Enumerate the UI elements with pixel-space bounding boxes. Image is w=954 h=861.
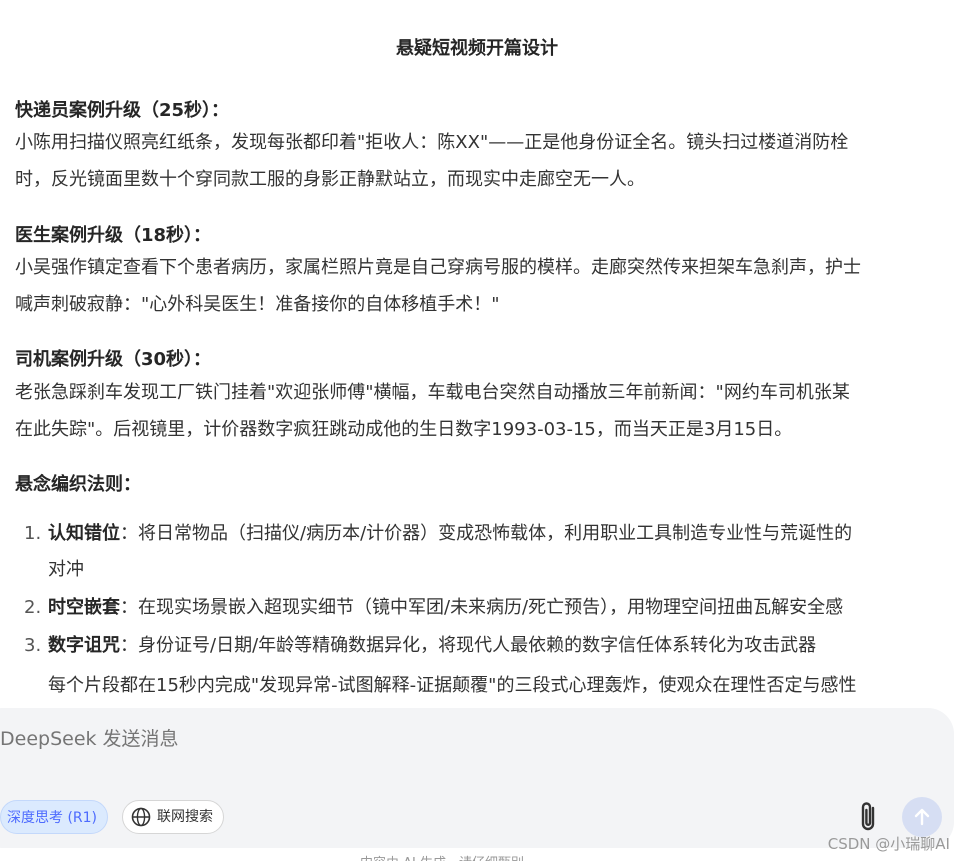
assistant-message: 悬疑短视频开篇设计 快递员案例升级（25秒）： 小陈用扫描仪照亮红纸条，发现每张… [0,0,954,720]
rules-list: 1. 认知错位：将日常物品（扫描仪/病历本/计价器）变成恐怖载体，利用职业工具制… [24,516,954,666]
web-search-label: 联网搜索 [157,809,213,825]
chat-page: 悬疑短视频开篇设计 快递员案例升级（25秒）： 小陈用扫描仪照亮红纸条，发现每张… [0,0,954,861]
watermark: CSDN @小瑞聊AI [827,835,950,853]
send-button[interactable] [902,797,942,837]
section-body-courier: 小陈用扫描仪照亮红纸条，发现每张都印着"拒收人：陈XX"——正是他身份证全名。镜… [15,124,953,198]
summary-text: 每个片段都在15秒内完成"发现异常-试图解释-证据颠覆"的三段式心理轰炸，使观众… [48,675,857,696]
section-line: 小陈用扫描仪照亮红纸条，发现每张都印着"拒收人：陈XX"——正是他身份证全名。镜… [15,132,849,153]
list-text: ：在现实场景嵌入超现实细节（镜中军团/未来病历/死亡预告），用物理空间扭曲瓦解安… [120,597,844,618]
list-text-continued: 对冲 [48,559,84,580]
message-title: 悬疑短视频开篇设计 [396,38,558,59]
section-heading-courier: 快递员案例升级（25秒）： [15,100,230,121]
web-search-toggle-button[interactable]: 联网搜索 [122,800,224,834]
arrow-up-icon [914,808,930,826]
list-number: 3. [24,635,42,656]
globe-icon [131,807,151,827]
list-item: 3. 数字诅咒：身份证号/日期/年龄等精确数据异化，将现代人最依赖的数字信任体系… [24,628,954,664]
section-heading-doctor: 医生案例升级（18秒）： [15,225,212,246]
list-number: 2. [24,597,42,618]
deepthink-toggle-button[interactable]: 深度思考 (R1) [0,800,109,834]
list-text: ：身份证号/日期/年龄等精确数据异化，将现代人最依赖的数字信任体系转化为攻击武器 [120,635,817,656]
section-line: 小吴强作镇定查看下个患者病历，家属栏照片竟是自己穿病号服的模样。走廊突然传来担架… [15,257,861,278]
section-line: 在此失踪"。后视镜里，计价器数字疯狂跳动成他的生日数字1993-03-15，而当… [15,419,793,440]
list-term: 时空嵌套 [48,597,120,618]
rules-heading: 悬念编织法则： [15,474,141,495]
message-input[interactable] [0,728,700,750]
section-body-driver: 老张急踩刹车发现工厂铁门挂着"欢迎张师傅"横幅，车载电台突然自动播放三年前新闻：… [15,374,953,448]
list-item: 1. 认知错位：将日常物品（扫描仪/病历本/计价器）变成恐怖载体，利用职业工具制… [24,516,954,588]
list-number: 1. [24,523,42,544]
paperclip-icon[interactable] [855,800,883,834]
list-term: 数字诅咒 [48,635,120,656]
list-term: 认知错位 [48,523,120,544]
list-text: ：将日常物品（扫描仪/病历本/计价器）变成恐怖载体，利用职业工具制造专业性与荒诞… [120,523,853,544]
section-line: 喊声刺破寂静："心外科吴医生！准备接你的自体移植手术！" [15,294,500,315]
section-heading-driver: 司机案例升级（30秒）： [15,349,212,370]
section-body-doctor: 小吴强作镇定查看下个患者病历，家属栏照片竟是自己穿病号服的模样。走廊突然传来担架… [15,249,953,323]
ai-disclaimer: 内容由 AI 生成，请仔细甄别 [360,852,524,861]
section-line: 老张急踩刹车发现工厂铁门挂着"欢迎张师傅"横幅，车载电台突然自动播放三年前新闻：… [15,382,850,403]
list-item: 2. 时空嵌套：在现实场景嵌入超现实细节（镜中军团/未来病历/死亡预告），用物理… [24,590,954,626]
section-line: 时，反光镜面里数十个穿同款工服的身影正静默站立，而现实中走廊空无一人。 [15,169,645,190]
